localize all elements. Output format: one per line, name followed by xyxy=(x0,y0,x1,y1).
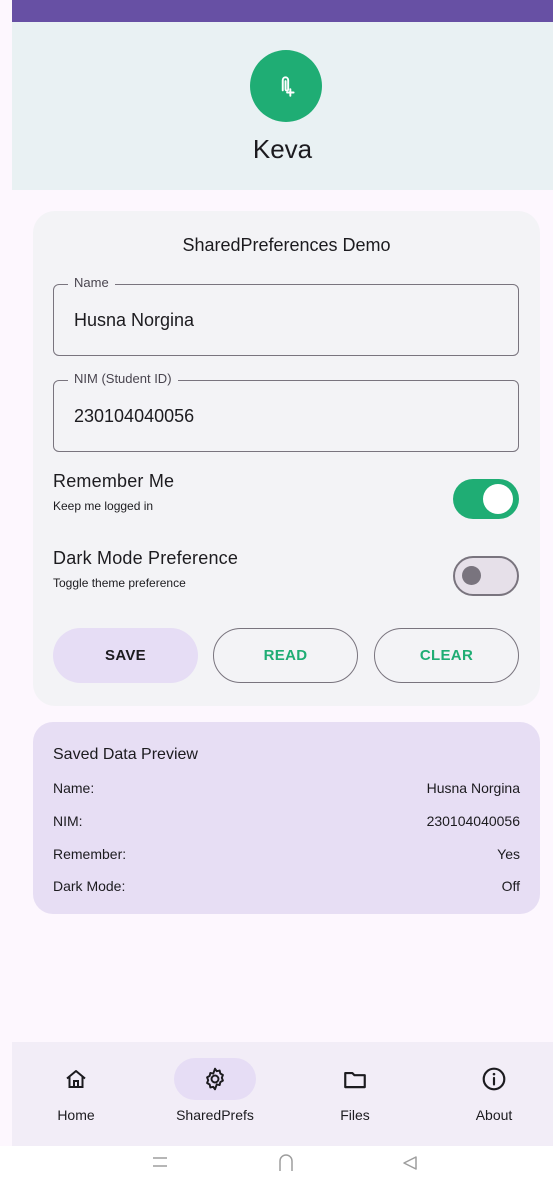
back-icon[interactable] xyxy=(401,1154,419,1172)
nav-icon-container xyxy=(174,1058,256,1100)
preview-key: Dark Mode: xyxy=(53,878,126,894)
name-field[interactable]: Name Husna Norgina xyxy=(53,275,519,356)
dark-mode-row: Dark Mode Preference Toggle theme prefer… xyxy=(53,548,519,598)
card-title: SharedPreferences Demo xyxy=(182,235,391,255)
nim-field-label: NIM (Student ID) xyxy=(68,371,178,386)
switch-thumb xyxy=(483,484,513,514)
folder-icon xyxy=(344,1071,366,1089)
app-header: Keva xyxy=(12,22,553,190)
preview-key: Name: xyxy=(53,780,95,796)
clear-button[interactable]: CLEAR xyxy=(374,628,519,683)
info-icon xyxy=(482,1067,506,1091)
bottom-navigation: Home SharedPrefs Files About xyxy=(12,1042,553,1146)
home-icon xyxy=(66,1070,86,1088)
dark-mode-title: Dark Mode Preference xyxy=(53,548,239,568)
preview-title: Saved Data Preview xyxy=(53,746,198,763)
system-navigation-bar xyxy=(0,1146,553,1180)
app-title: Keva xyxy=(252,134,313,164)
nav-item-about[interactable]: About xyxy=(439,1042,549,1146)
preview-value: 230104040056 xyxy=(426,813,520,829)
preview-value: Off xyxy=(501,878,520,894)
switch-thumb xyxy=(462,566,481,585)
preview-value: Yes xyxy=(497,846,520,862)
name-field-value[interactable]: Husna Norgina xyxy=(74,310,194,331)
nim-field[interactable]: NIM (Student ID) 230104040056 xyxy=(53,371,519,452)
preferences-card: SharedPreferences Demo Name Husna Norgin… xyxy=(33,211,540,706)
nav-icon-container xyxy=(453,1058,535,1100)
remember-me-switch[interactable] xyxy=(453,479,519,519)
nav-label: Files xyxy=(340,1107,370,1123)
paperclip-add-icon xyxy=(281,76,295,97)
home-button-icon[interactable] xyxy=(278,1154,294,1172)
remember-me-subtitle: Keep me logged in xyxy=(53,499,154,513)
remember-me-title: Remember Me xyxy=(53,471,175,491)
app-logo xyxy=(250,50,322,122)
status-bar xyxy=(12,0,553,22)
preview-key: NIM: xyxy=(53,813,83,829)
nav-label: SharedPrefs xyxy=(176,1107,254,1123)
nav-icon-container xyxy=(314,1058,396,1100)
recents-icon[interactable] xyxy=(151,1154,169,1170)
preview-value: Husna Norgina xyxy=(426,780,520,796)
nav-item-home[interactable]: Home xyxy=(21,1042,131,1146)
save-button[interactable]: SAVE xyxy=(53,628,198,683)
saved-data-preview: Saved Data Preview Name: Husna Norgina N… xyxy=(33,722,540,914)
name-field-label: Name xyxy=(68,275,115,290)
read-button[interactable]: READ xyxy=(213,628,358,683)
remember-me-row: Remember Me Keep me logged in xyxy=(53,471,519,521)
preview-key: Remember: xyxy=(53,846,127,862)
nav-icon-container xyxy=(35,1058,117,1100)
nim-field-value[interactable]: 230104040056 xyxy=(74,406,194,427)
dark-mode-subtitle: Toggle theme preference xyxy=(53,576,186,590)
gear-icon xyxy=(206,1067,224,1091)
nav-label: Home xyxy=(57,1107,95,1123)
nav-item-sharedprefs[interactable]: SharedPrefs xyxy=(160,1042,270,1146)
nav-item-files[interactable]: Files xyxy=(300,1042,410,1146)
dark-mode-switch[interactable] xyxy=(453,556,519,596)
nav-label: About xyxy=(475,1107,513,1123)
